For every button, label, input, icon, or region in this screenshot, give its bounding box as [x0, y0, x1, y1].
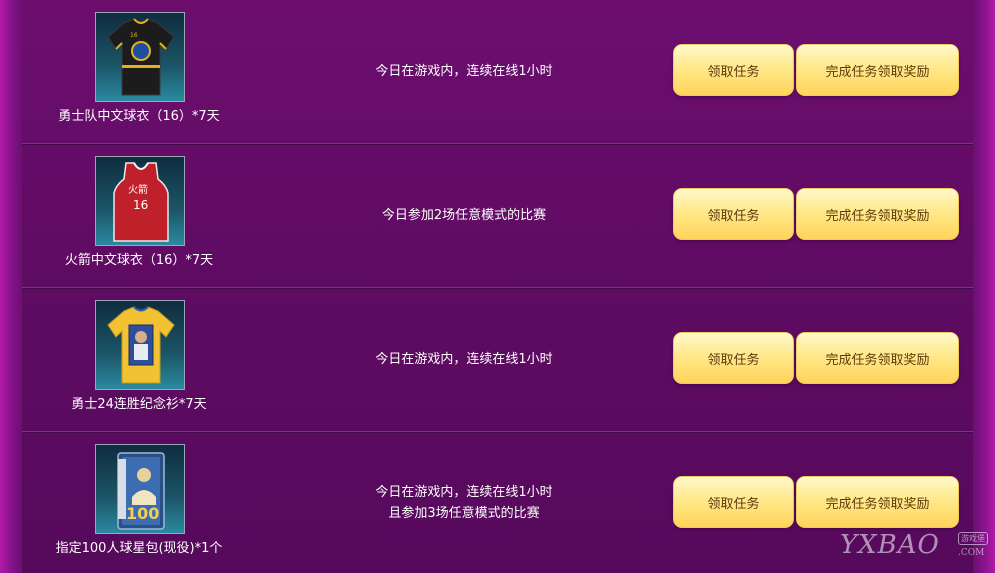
watermark-domain: .COM	[958, 548, 985, 558]
reward-cell: 勇士24连胜纪念衫*7天	[22, 288, 256, 432]
reward-name: 勇士24连胜纪念衫*7天	[71, 397, 207, 412]
claim-task-button[interactable]: 领取任务	[673, 188, 794, 240]
complete-task-claim-reward-button[interactable]: 完成任务领取奖励	[796, 476, 959, 528]
task-row: 100 指定100人球星包(现役)*1个 今日在游戏内，连续在线1小时 且参加3…	[22, 432, 973, 573]
claim-task-button[interactable]: 领取任务	[673, 44, 794, 96]
reward-cell: 16 勇士队中文球衣（16）*7天	[22, 0, 256, 144]
reward-cell: 火箭 16 火箭中文球衣（16）*7天	[22, 144, 256, 288]
task-line: 今日参加2场任意模式的比赛	[381, 207, 547, 223]
task-description: 今日在游戏内，连续在线1小时 且参加3场任意模式的比赛	[256, 432, 672, 573]
task-description: 今日在游戏内，连续在线1小时	[256, 0, 672, 144]
reward-name: 勇士队中文球衣（16）*7天	[58, 109, 220, 124]
task-line: 今日在游戏内，连续在线1小时	[375, 63, 553, 79]
task-line: 今日在游戏内，连续在线1小时	[375, 351, 553, 367]
complete-task-claim-reward-button[interactable]: 完成任务领取奖励	[796, 188, 959, 240]
task-description: 今日参加2场任意模式的比赛	[256, 144, 672, 288]
warriors-commemorative-shirt-icon	[95, 300, 185, 390]
claim-task-button[interactable]: 领取任务	[673, 332, 794, 384]
task-panel: 16 勇士队中文球衣（16）*7天 今日在游戏内，连续在线1小时 领取任务 完成…	[22, 0, 973, 573]
reward-name: 火箭中文球衣（16）*7天	[64, 253, 214, 268]
complete-task-claim-reward-button[interactable]: 完成任务领取奖励	[796, 44, 959, 96]
site-watermark: YXBAO 游戏堡 .COM	[840, 528, 990, 568]
task-description: 今日在游戏内，连续在线1小时	[256, 288, 672, 432]
warriors-black-jersey-icon: 16	[95, 12, 185, 102]
complete-task-claim-reward-button[interactable]: 完成任务领取奖励	[796, 332, 959, 384]
reward-cell: 100 指定100人球星包(现役)*1个	[22, 432, 256, 573]
jersey-number: 16	[133, 198, 148, 212]
jersey-number: 16	[130, 32, 138, 39]
task-line: 今日在游戏内，连续在线1小时	[375, 485, 553, 500]
jersey-team-text: 火箭	[128, 183, 148, 196]
watermark-subtitle: 游戏堡	[958, 532, 988, 545]
watermark-logo: YXBAO	[840, 530, 940, 560]
reward-name: 指定100人球星包(现役)*1个	[55, 541, 223, 556]
rockets-red-jersey-icon: 火箭 16	[95, 156, 185, 246]
task-row: 火箭 16 火箭中文球衣（16）*7天 今日参加2场任意模式的比赛 领取任务 完…	[22, 144, 973, 288]
task-row: 勇士24连胜纪念衫*7天 今日在游戏内，连续在线1小时 领取任务 完成任务领取奖…	[22, 288, 973, 432]
task-row: 16 勇士队中文球衣（16）*7天 今日在游戏内，连续在线1小时 领取任务 完成…	[22, 0, 973, 144]
pack-number: 100	[126, 504, 159, 523]
star-player-pack-icon: 100	[95, 444, 185, 534]
task-line: 且参加3场任意模式的比赛	[388, 506, 540, 521]
claim-task-button[interactable]: 领取任务	[673, 476, 794, 528]
